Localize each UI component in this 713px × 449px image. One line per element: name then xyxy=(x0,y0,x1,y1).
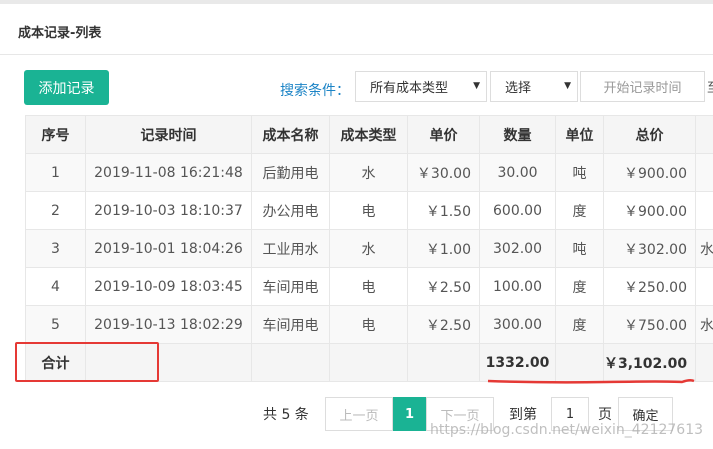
cell-time: 2019-11-08 16:21:48 xyxy=(85,153,252,192)
total-empty xyxy=(251,343,330,382)
table-row[interactable]: 5 2019-10-13 18:02:29 车间用电 电 ￥2.50 300.0… xyxy=(25,305,713,344)
annotation-underline xyxy=(487,378,695,384)
cell-no: 1 xyxy=(25,153,86,192)
cell-extra xyxy=(695,153,713,192)
total-empty xyxy=(329,343,408,382)
caret-down-icon: ▼ xyxy=(564,81,571,91)
cell-qty: 30.00 xyxy=(479,153,556,192)
cell-qty: 600.00 xyxy=(479,191,556,230)
cell-name: 车间用电 xyxy=(251,305,330,344)
choose-select[interactable]: 选择 ▼ xyxy=(490,71,578,102)
cell-unit: 度 xyxy=(555,191,604,230)
pagination-total: 共 5 条 xyxy=(263,407,309,423)
cell-type: 电 xyxy=(329,305,408,344)
range-separator: 至 xyxy=(707,77,713,96)
cell-type: 水 xyxy=(329,229,408,268)
cell-time: 2019-10-03 18:10:37 xyxy=(85,191,252,230)
annotation-box xyxy=(15,342,159,382)
col-header[interactable]: 成本名称 xyxy=(251,115,330,154)
watermark: https://blog.csdn.net/weixin_42127613 xyxy=(430,422,704,438)
top-border xyxy=(0,0,713,4)
col-header[interactable]: 单价 xyxy=(407,115,480,154)
cost-type-select[interactable]: 所有成本类型 ▼ xyxy=(355,71,487,102)
col-header-clipped xyxy=(695,115,713,154)
search-label: 搜索条件： xyxy=(280,83,350,99)
cell-name: 办公用电 xyxy=(251,191,330,230)
col-header[interactable]: 总价 xyxy=(603,115,696,154)
cell-no: 5 xyxy=(25,305,86,344)
goto-label: 到第 xyxy=(509,407,537,423)
cell-extra xyxy=(695,267,713,306)
cell-name: 后勤用电 xyxy=(251,153,330,192)
cell-total: ￥900.00 xyxy=(603,191,696,230)
total-amount: ￥3,102.00 xyxy=(603,343,696,382)
col-header[interactable]: 数量 xyxy=(479,115,556,154)
page-unit-label: 页 xyxy=(598,407,612,423)
col-header[interactable]: 记录时间 xyxy=(85,115,252,154)
total-empty xyxy=(407,343,480,382)
cell-price: ￥1.50 xyxy=(407,191,480,230)
cell-unit: 度 xyxy=(555,267,604,306)
start-time-input[interactable]: 开始记录时间 xyxy=(580,71,705,102)
cell-no: 4 xyxy=(25,267,86,306)
cell-time: 2019-10-01 18:04:26 xyxy=(85,229,252,268)
cell-total: ￥302.00 xyxy=(603,229,696,268)
cell-qty: 300.00 xyxy=(479,305,556,344)
header-divider xyxy=(0,54,713,55)
table-header-row: 序号 记录时间 成本名称 成本类型 单价 数量 单位 总价 xyxy=(25,115,713,154)
cell-type: 电 xyxy=(329,267,408,306)
cell-time: 2019-10-13 18:02:29 xyxy=(85,305,252,344)
cell-unit: 吨 xyxy=(555,229,604,268)
cell-type: 水 xyxy=(329,153,408,192)
cell-qty: 100.00 xyxy=(479,267,556,306)
cell-extra: 水 xyxy=(695,229,713,268)
caret-down-icon: ▼ xyxy=(473,81,480,91)
cell-total: ￥250.00 xyxy=(603,267,696,306)
panel-title: 成本记录-列表 xyxy=(18,26,102,41)
choose-select-value: 选择 xyxy=(505,81,532,96)
cell-total: ￥750.00 xyxy=(603,305,696,344)
cell-extra: 水 xyxy=(695,305,713,344)
cell-price: ￥1.00 xyxy=(407,229,480,268)
table-row[interactable]: 2 2019-10-03 18:10:37 办公用电 电 ￥1.50 600.0… xyxy=(25,191,713,230)
cell-price: ￥2.50 xyxy=(407,305,480,344)
cell-type: 电 xyxy=(329,191,408,230)
prev-page-button[interactable]: 上一页 xyxy=(325,397,393,431)
table-row[interactable]: 1 2019-11-08 16:21:48 后勤用电 水 ￥30.00 30.0… xyxy=(25,153,713,192)
cell-unit: 度 xyxy=(555,305,604,344)
page-1-button[interactable]: 1 xyxy=(393,397,426,431)
total-qty: 1332.00 xyxy=(479,343,556,382)
cell-unit: 吨 xyxy=(555,153,604,192)
cell-name: 工业用水 xyxy=(251,229,330,268)
cost-type-select-value: 所有成本类型 xyxy=(370,81,449,96)
cell-price: ￥2.50 xyxy=(407,267,480,306)
total-empty xyxy=(555,343,604,382)
table-row[interactable]: 4 2019-10-09 18:03:45 车间用电 电 ￥2.50 100.0… xyxy=(25,267,713,306)
cell-price: ￥30.00 xyxy=(407,153,480,192)
cell-no: 3 xyxy=(25,229,86,268)
cell-total: ￥900.00 xyxy=(603,153,696,192)
cell-name: 车间用电 xyxy=(251,267,330,306)
col-header[interactable]: 序号 xyxy=(25,115,86,154)
total-empty xyxy=(695,343,713,382)
cell-time: 2019-10-09 18:03:45 xyxy=(85,267,252,306)
cell-no: 2 xyxy=(25,191,86,230)
cell-extra xyxy=(695,191,713,230)
col-header[interactable]: 成本类型 xyxy=(329,115,408,154)
col-header[interactable]: 单位 xyxy=(555,115,604,154)
add-record-button[interactable]: 添加记录 xyxy=(24,70,109,105)
table-row[interactable]: 3 2019-10-01 18:04:26 工业用水 水 ￥1.00 302.0… xyxy=(25,229,713,268)
cell-qty: 302.00 xyxy=(479,229,556,268)
